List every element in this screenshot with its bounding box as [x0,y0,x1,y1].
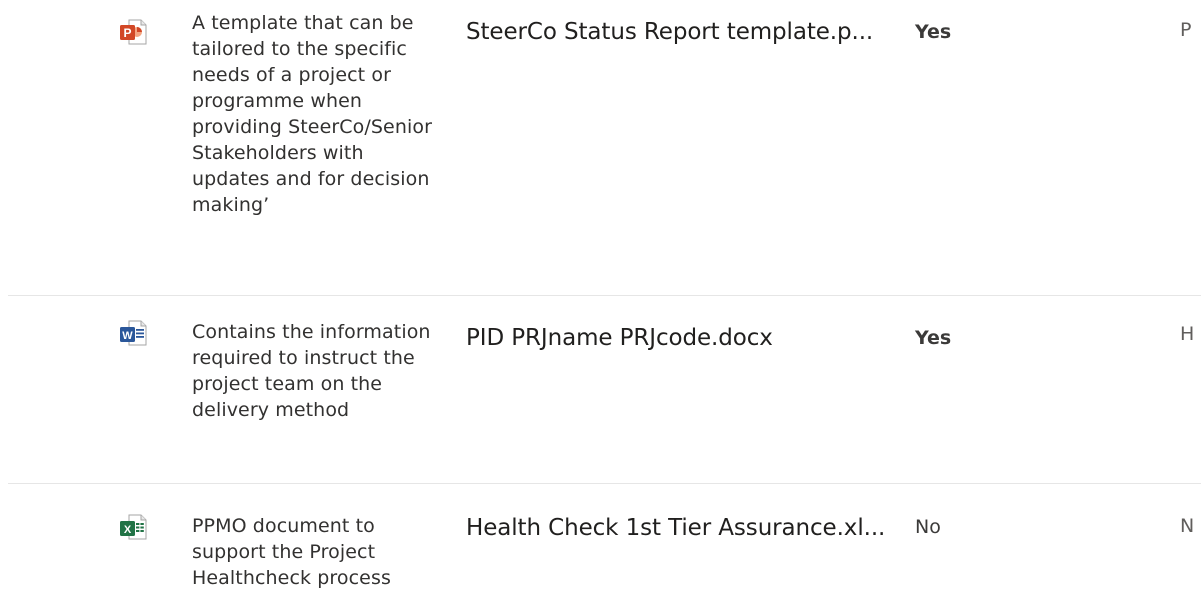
truncated-column-text: P [1180,19,1192,41]
truncated-column-text: N [1180,515,1195,537]
powerpoint-file-icon: P [120,19,147,45]
description: PPMO document to support the Project Hea… [192,515,391,589]
svg-text:X: X [124,524,132,536]
list-item[interactable]: P A template that can be tailored to the… [8,0,1201,296]
file-name-link[interactable]: PID PRJname PRJcode.docx [466,324,773,352]
word-file-icon: W [120,320,147,346]
svg-text:W: W [122,330,133,342]
description: Contains the information required to ins… [192,321,431,421]
description: A template that can be tailored to the s… [192,12,432,216]
file-name-link[interactable]: SteerCo Status Report template.p... [466,18,873,46]
excel-file-icon: X [120,514,147,540]
status-flag: Yes [915,21,952,43]
list-item[interactable]: X PPMO document to support the Project H… [8,484,1201,610]
status-flag: Yes [915,327,952,349]
file-name-link[interactable]: Health Check 1st Tier Assurance.xl... [466,514,885,542]
status-flag: No [915,516,941,538]
svg-text:P: P [123,26,131,40]
truncated-column-text: H [1180,323,1195,345]
list-item[interactable]: W Contains the information required to i… [8,296,1201,484]
